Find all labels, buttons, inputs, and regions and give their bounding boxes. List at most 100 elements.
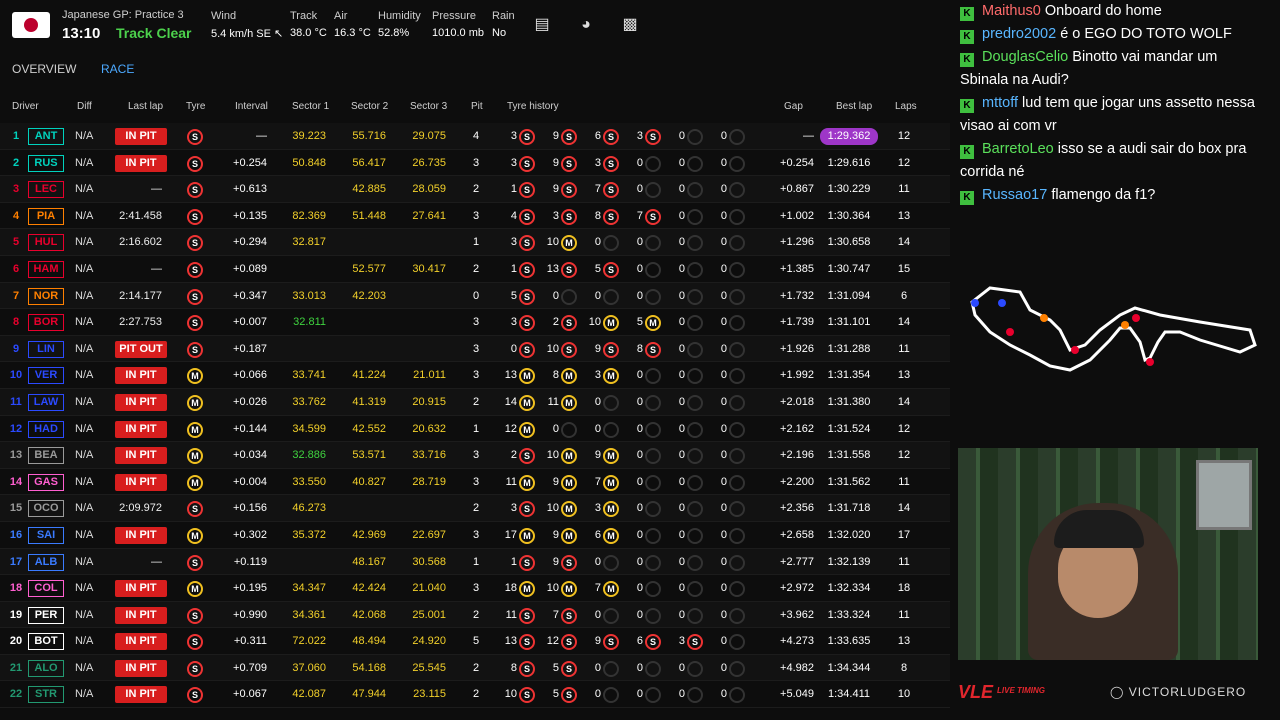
- japan-flag-icon: [12, 12, 50, 38]
- tyre-compound-icon: S: [187, 607, 203, 624]
- table-row[interactable]: 5 HUL N/A 2:16.602 S +0.294 32.817 1 3 S 10 M 0 0 0 0 +1…: [0, 229, 950, 256]
- tyre-stint-laps: 7: [636, 209, 643, 222]
- table-row[interactable]: 3 LEC N/A — S +0.613 42.885 28.059 2 1 S 9 S 7 S 0 0 0 +0.…: [0, 176, 950, 203]
- tyre-stint-laps: 0: [678, 449, 685, 462]
- table-row[interactable]: 22 STR N/A IN PIT S +0.067 42.087 47.944 23.115 2…: [0, 681, 950, 709]
- column-header: Sector 2: [351, 101, 389, 112]
- tyre-history-icon: S: [519, 687, 535, 704]
- position: 16: [9, 528, 23, 541]
- table-row[interactable]: 7 NOR N/A 2:14.177 S +0.347 33.013 42.203 0 5 S 0 0 0…: [0, 282, 950, 310]
- gauge-icon[interactable]: ◕: [577, 16, 595, 34]
- table-row[interactable]: 1 ANT N/A IN PIT S —39.223 55.716 29.075 4 3 S 9 S 6 S…: [0, 123, 950, 150]
- driver-code[interactable]: OCO: [28, 500, 64, 518]
- table-row[interactable]: 6 HAM N/A — S +0.089 52.577 30.417 2 1 S 13 S 5 S 0 0 0 +1…: [0, 256, 950, 283]
- chat-username[interactable]: DouglasCelio: [982, 49, 1068, 65]
- driver-code[interactable]: LEC: [28, 181, 64, 199]
- driver-code[interactable]: BEA: [28, 447, 64, 465]
- tyre-stint-laps: 8: [552, 369, 559, 382]
- table-row[interactable]: 13 BEA N/A IN PIT M +0.034 32.886 53.571 33.716 3…: [0, 442, 950, 469]
- tyre-history-icon: [729, 155, 745, 172]
- table-row[interactable]: 10 VER N/A IN PIT M +0.066 33.741 41.224 21.011 3…: [0, 362, 950, 389]
- driver-code[interactable]: HAD: [28, 420, 64, 438]
- driver-code[interactable]: HUL: [28, 234, 64, 252]
- driver-code[interactable]: ANT: [28, 128, 64, 145]
- sector-time: 32.811: [293, 316, 326, 329]
- chat-username[interactable]: Russao17: [982, 187, 1047, 203]
- tyre-history-icon: [729, 554, 745, 571]
- sector-time: 54.168: [352, 661, 386, 674]
- chat-username[interactable]: predro2002: [982, 26, 1056, 42]
- pit-status-badge: IN PIT: [115, 128, 167, 145]
- tyre-stint-laps: 10: [546, 449, 559, 462]
- driver-code[interactable]: COL: [28, 580, 64, 598]
- tyre-stint-laps: 0: [636, 555, 643, 568]
- chat-username[interactable]: BarretoLeo: [982, 141, 1054, 157]
- table-row[interactable]: 2 RUS N/A IN PIT S +0.254 50.848 56.417 26.735 3 3…: [0, 150, 950, 177]
- tyre-compound-icon: S: [187, 634, 203, 651]
- tyre-stint-laps: 13: [546, 262, 559, 275]
- chat-username[interactable]: mttoff: [982, 95, 1018, 111]
- table-row[interactable]: 16 SAI N/A IN PIT M +0.302 35.372 42.969 22.697 3…: [0, 522, 950, 549]
- tyre-history-icon: S: [603, 261, 619, 278]
- best-lap: 1:29.616: [827, 156, 871, 169]
- best-lap: 1:31.524: [827, 422, 871, 435]
- chat-username[interactable]: Maithus0: [982, 3, 1041, 19]
- tyre-history-icon: S: [603, 341, 619, 358]
- lap-count: 12: [897, 130, 911, 142]
- tyre-history-icon: S: [603, 155, 619, 172]
- table-row[interactable]: 17 ALB N/A — S +0.119 48.167 30.568 1 1 S 9 S 0 0 0 0 +2.…: [0, 548, 950, 576]
- driver-code[interactable]: HAM: [28, 260, 64, 278]
- tyre-history-icon: [687, 235, 703, 252]
- tyre-compound-icon: S: [187, 315, 203, 332]
- tyre-stint-laps: 0: [720, 236, 727, 249]
- driver-code[interactable]: NOR: [28, 287, 64, 305]
- tab-race[interactable]: RACE: [101, 62, 134, 76]
- driver-code[interactable]: PER: [28, 606, 64, 624]
- sector-time: 51.448: [352, 209, 386, 222]
- weather-rain: Rain No: [492, 10, 515, 39]
- pit-status-badge: IN PIT: [115, 580, 167, 598]
- tab-overview[interactable]: OVERVIEW: [12, 62, 76, 76]
- table-row[interactable]: 19 PER N/A IN PIT S +0.990 34.361 42.068 25.001 2…: [0, 601, 950, 629]
- tyre-history-icon: [645, 448, 661, 465]
- tyre-stint-laps: 0: [636, 608, 643, 621]
- diff-value: N/A: [75, 156, 94, 169]
- table-row[interactable]: 18 COL N/A IN PIT M +0.195 34.347 42.424 21.040 3…: [0, 575, 950, 602]
- table-row[interactable]: 14 GAS N/A IN PIT M +0.004 33.550 40.827 28.719 3…: [0, 469, 950, 496]
- tyre-stint-laps: 0: [594, 395, 601, 408]
- table-row[interactable]: 12 HAD N/A IN PIT M +0.144 34.599 42.552 20.632 1…: [0, 416, 950, 443]
- table-row[interactable]: 9 LIN N/A PIT OUT S +0.187 3 0 S 10 S 9 S 8 S 0 0 +1.926 1…: [0, 335, 950, 363]
- tyre-stint-laps: 9: [552, 156, 559, 169]
- tyre-history-icon: [645, 581, 661, 598]
- table-row[interactable]: 11 LAW N/A IN PIT M +0.026 33.762 41.319 20.915 2…: [0, 388, 950, 416]
- bar-chart-icon[interactable]: ▩: [621, 16, 639, 34]
- table-row[interactable]: 8 BOR N/A 2:27.753 S +0.007 32.811 3 3 S 2 S 10 M 5 M 0 0…: [0, 309, 950, 336]
- driver-code[interactable]: BOT: [28, 633, 64, 651]
- driver-code[interactable]: GAS: [28, 473, 64, 491]
- table-row[interactable]: 20 BOT N/A IN PIT S +0.311 72.022 48.494 24.920 5…: [0, 628, 950, 655]
- driver-code[interactable]: STR: [28, 686, 64, 704]
- driver-code[interactable]: ALO: [28, 659, 64, 677]
- tyre-history-icon: S: [519, 235, 535, 252]
- table-row[interactable]: 21 ALO N/A IN PIT S +0.709 37.060 54.168 25.545 2…: [0, 654, 950, 682]
- tyre-history-icon: S: [561, 315, 577, 332]
- driver-code[interactable]: SAI: [28, 526, 64, 544]
- document-icon[interactable]: ▤: [533, 16, 551, 34]
- gap-value: +4.273: [780, 635, 814, 648]
- tyre-stint-laps: 0: [636, 528, 643, 541]
- chat-message: K BarretoLeo isso se a audi sair do box p…: [960, 138, 1260, 184]
- driver-code[interactable]: ALB: [28, 553, 64, 571]
- gap-value: +2.200: [780, 475, 814, 488]
- sector-time: 20.915: [412, 395, 446, 408]
- driver-code[interactable]: VER: [28, 367, 64, 385]
- driver-code[interactable]: BOR: [28, 314, 64, 332]
- tyre-history-icon: S: [561, 208, 577, 225]
- driver-code[interactable]: LAW: [28, 393, 64, 411]
- tyre-history-icon: S: [519, 660, 535, 677]
- table-row[interactable]: 15 OCO N/A 2:09.972 S +0.156 46.273 2 3 S 10 M 3 M 0 0 0…: [0, 495, 950, 522]
- tyre-stint-laps: 0: [636, 661, 643, 674]
- table-row[interactable]: 4 PIA N/A 2:41.458 S +0.135 82.369 51.448 27.641…: [0, 203, 950, 230]
- driver-code[interactable]: PIA: [28, 207, 64, 225]
- driver-code[interactable]: RUS: [28, 154, 64, 172]
- driver-code[interactable]: LIN: [28, 340, 64, 358]
